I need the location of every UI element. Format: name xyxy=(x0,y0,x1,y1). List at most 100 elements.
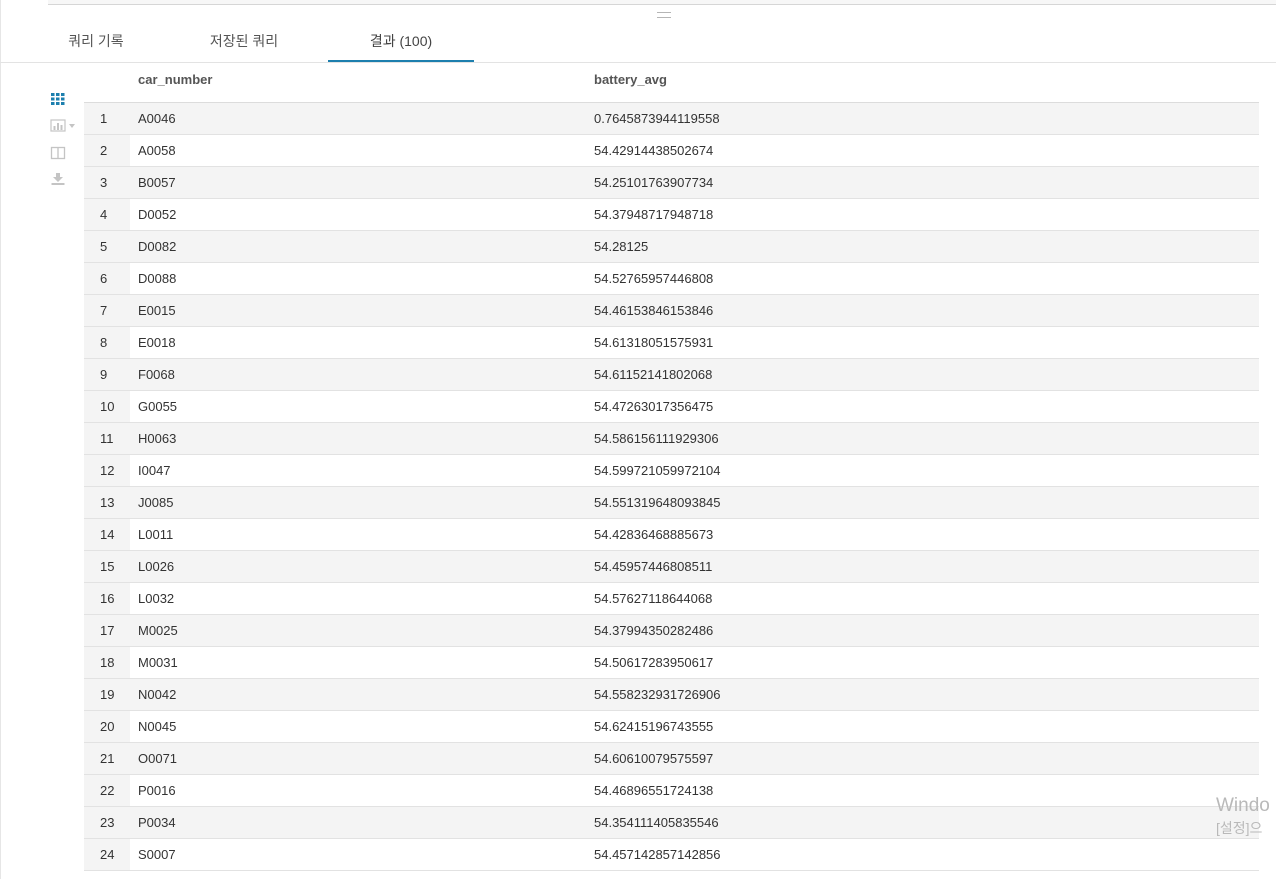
cell-car-number[interactable]: H0063 xyxy=(138,423,176,454)
windows-activation-watermark: Windo [설정]으 xyxy=(1216,795,1276,837)
cell-car-number[interactable]: I0047 xyxy=(138,455,171,486)
table-row[interactable]: 19 N0042 54.558232931726906 xyxy=(84,679,1259,711)
watermark-subtitle: [설정]으 xyxy=(1216,820,1263,836)
row-number: 10 xyxy=(84,391,130,422)
table-row[interactable]: 22 P0016 54.46896551724138 xyxy=(84,775,1259,807)
table-row[interactable]: 16 L0032 54.57627118644068 xyxy=(84,583,1259,615)
table-row[interactable]: 8 E0018 54.61318051575931 xyxy=(84,327,1259,359)
cell-car-number[interactable]: M0025 xyxy=(138,615,178,646)
cell-battery-avg[interactable]: 54.42836468885673 xyxy=(594,519,713,550)
table-row[interactable]: 10 G0055 54.47263017356475 xyxy=(84,391,1259,423)
row-number: 23 xyxy=(84,807,130,838)
cell-battery-avg[interactable]: 54.45957446808511 xyxy=(594,551,712,582)
row-number: 16 xyxy=(84,583,130,614)
cell-battery-avg[interactable]: 54.551319648093845 xyxy=(594,487,721,518)
grid-view-icon xyxy=(51,93,65,105)
cell-battery-avg[interactable]: 54.46153846153846 xyxy=(594,295,713,326)
cell-battery-avg[interactable]: 54.599721059972104 xyxy=(594,455,721,486)
table-row[interactable]: 21 O0071 54.60610079575597 xyxy=(84,743,1259,775)
cell-battery-avg[interactable]: 54.25101763907734 xyxy=(594,167,713,198)
cell-car-number[interactable]: P0034 xyxy=(138,807,176,838)
cell-battery-avg[interactable]: 54.50617283950617 xyxy=(594,647,713,678)
row-number: 19 xyxy=(84,679,130,710)
cell-battery-avg[interactable]: 54.57627118644068 xyxy=(594,583,712,614)
cell-battery-avg[interactable]: 54.586156111929306 xyxy=(594,423,719,454)
table-row[interactable]: 6 D0088 54.52765957446808 xyxy=(84,263,1259,295)
cell-battery-avg[interactable]: 54.52765957446808 xyxy=(594,263,713,294)
cell-battery-avg[interactable]: 0.7645873944119558 xyxy=(594,103,720,134)
chart-view-button[interactable] xyxy=(50,119,80,137)
cell-battery-avg[interactable]: 54.42914438502674 xyxy=(594,135,713,166)
cell-battery-avg[interactable]: 54.46896551724138 xyxy=(594,775,713,806)
table-row[interactable]: 2 A0058 54.42914438502674 xyxy=(84,135,1259,167)
row-number: 1 xyxy=(84,103,130,134)
row-number: 18 xyxy=(84,647,130,678)
tab-query-history[interactable]: 쿼리 기록 xyxy=(56,22,136,60)
download-button[interactable] xyxy=(50,172,80,190)
table-row[interactable]: 11 H0063 54.586156111929306 xyxy=(84,423,1259,455)
cell-battery-avg[interactable]: 54.37994350282486 xyxy=(594,615,713,646)
cell-car-number[interactable]: B0057 xyxy=(138,167,176,198)
table-row[interactable]: 7 E0015 54.46153846153846 xyxy=(84,295,1259,327)
cell-car-number[interactable]: D0082 xyxy=(138,231,176,262)
cell-battery-avg[interactable]: 54.60610079575597 xyxy=(594,743,713,774)
cell-battery-avg[interactable]: 54.62415196743555 xyxy=(594,711,713,742)
cell-car-number[interactable]: G0055 xyxy=(138,391,177,422)
cell-battery-avg[interactable]: 54.558232931726906 xyxy=(594,679,721,710)
row-number: 6 xyxy=(84,263,130,294)
cell-car-number[interactable]: N0045 xyxy=(138,711,176,742)
table-row[interactable]: 17 M0025 54.37994350282486 xyxy=(84,615,1259,647)
table-row[interactable]: 3 B0057 54.25101763907734 xyxy=(84,167,1259,199)
column-header-battery-avg[interactable]: battery_avg xyxy=(594,62,667,98)
column-header-car-number[interactable]: car_number xyxy=(138,62,212,98)
cell-battery-avg[interactable]: 54.61152141802068 xyxy=(594,359,712,390)
tab-results[interactable]: 결과 (100) xyxy=(328,22,474,62)
row-number: 9 xyxy=(84,359,130,390)
row-number: 2 xyxy=(84,135,130,166)
table-row[interactable]: 13 J0085 54.551319648093845 xyxy=(84,487,1259,519)
cell-car-number[interactable]: L0026 xyxy=(138,551,174,582)
cell-car-number[interactable]: N0042 xyxy=(138,679,176,710)
row-number: 20 xyxy=(84,711,130,742)
chart-view-icon xyxy=(50,119,75,132)
panel-resize-handle[interactable] xyxy=(657,12,671,18)
table-row[interactable]: 9 F0068 54.61152141802068 xyxy=(84,359,1259,391)
cell-car-number[interactable]: F0068 xyxy=(138,359,175,390)
table-row[interactable]: 12 I0047 54.599721059972104 xyxy=(84,455,1259,487)
row-number: 4 xyxy=(84,199,130,230)
row-number: 14 xyxy=(84,519,130,550)
cell-car-number[interactable]: P0016 xyxy=(138,775,176,806)
cell-car-number[interactable]: D0088 xyxy=(138,263,176,294)
table-row[interactable]: 5 D0082 54.28125 xyxy=(84,231,1259,263)
cell-car-number[interactable]: E0018 xyxy=(138,327,176,358)
table-row[interactable]: 23 P0034 54.354111405835546 xyxy=(84,807,1259,839)
cell-battery-avg[interactable]: 54.457142857142856 xyxy=(594,839,721,870)
cell-battery-avg[interactable]: 54.354111405835546 xyxy=(594,807,719,838)
cell-battery-avg[interactable]: 54.47263017356475 xyxy=(594,391,713,422)
cell-car-number[interactable]: D0052 xyxy=(138,199,176,230)
cell-car-number[interactable]: A0058 xyxy=(138,135,176,166)
tab-saved-queries[interactable]: 저장된 쿼리 xyxy=(196,22,292,60)
table-row[interactable]: 18 M0031 54.50617283950617 xyxy=(84,647,1259,679)
cell-car-number[interactable]: E0015 xyxy=(138,295,176,326)
cell-car-number[interactable]: A0046 xyxy=(138,103,176,134)
table-row[interactable]: 20 N0045 54.62415196743555 xyxy=(84,711,1259,743)
cell-car-number[interactable]: O0071 xyxy=(138,743,177,774)
table-row[interactable]: 1 A0046 0.7645873944119558 xyxy=(84,103,1259,135)
table-row[interactable]: 15 L0026 54.45957446808511 xyxy=(84,551,1259,583)
pivot-view-button[interactable] xyxy=(50,146,80,164)
row-number: 3 xyxy=(84,167,130,198)
cell-battery-avg[interactable]: 54.61318051575931 xyxy=(594,327,713,358)
table-row[interactable]: 14 L0011 54.42836468885673 xyxy=(84,519,1259,551)
cell-car-number[interactable]: L0011 xyxy=(138,519,173,550)
cell-car-number[interactable]: L0032 xyxy=(138,583,174,614)
table-row[interactable]: 24 S0007 54.457142857142856 xyxy=(84,839,1259,871)
grid-view-button[interactable] xyxy=(50,92,80,110)
cell-battery-avg[interactable]: 54.28125 xyxy=(594,231,648,262)
cell-car-number[interactable]: M0031 xyxy=(138,647,178,678)
cell-battery-avg[interactable]: 54.37948717948718 xyxy=(594,199,713,230)
table-row[interactable]: 4 D0052 54.37948717948718 xyxy=(84,199,1259,231)
cell-car-number[interactable]: S0007 xyxy=(138,839,176,870)
row-number: 13 xyxy=(84,487,130,518)
cell-car-number[interactable]: J0085 xyxy=(138,487,173,518)
